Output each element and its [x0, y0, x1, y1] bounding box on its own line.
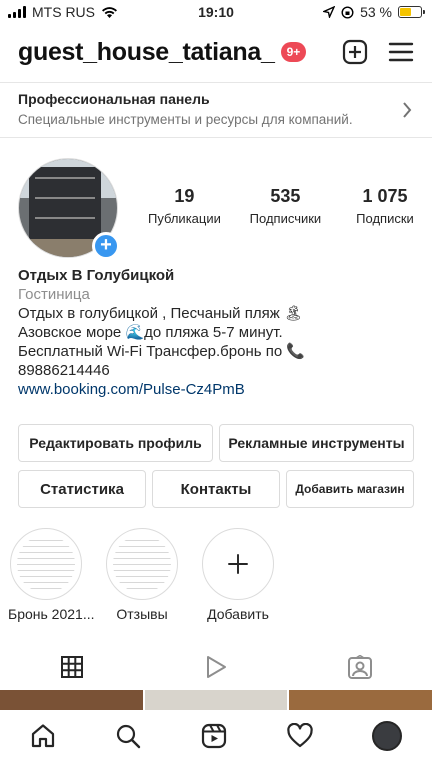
highlight-item[interactable]: Бронь 2021...: [8, 528, 95, 622]
stat-value: 535: [270, 186, 301, 206]
post-thumbnail[interactable]: [144, 690, 288, 710]
orientation-lock-icon: [341, 5, 354, 19]
story-highlights: Бронь 2021... Отзывы Добавить: [8, 528, 424, 622]
highlight-label: Добавить: [207, 606, 269, 622]
grid-icon: [61, 656, 83, 678]
notification-badge[interactable]: 9+: [280, 42, 307, 62]
highlight-label: Бронь 2021...: [8, 606, 95, 622]
profile-avatar-container[interactable]: +: [18, 158, 120, 260]
bio-line: Отдых в голубицкой , Песчаный пляж 🏝: [18, 305, 303, 322]
add-shop-button[interactable]: Добавить магазин: [286, 470, 414, 508]
location-arrow-icon: [323, 6, 336, 18]
post-grid: [0, 690, 432, 710]
add-highlight-button[interactable]: [202, 528, 274, 600]
display-name: Отдых В Голубицкой: [18, 267, 175, 284]
battery-percent: 53 %: [360, 4, 392, 20]
stat-following[interactable]: 1 075 Подписки: [350, 186, 420, 226]
play-icon: [207, 656, 226, 678]
menu-icon[interactable]: [388, 41, 414, 63]
username[interactable]: guest_house_tatiana_: [18, 38, 275, 67]
profile-actions-row-2: Статистика Контакты Добавить магазин: [18, 470, 414, 508]
bio-line: Азовское море 🌊до пляжа 5-7 минут.: [18, 324, 283, 341]
status-right: 53 %: [323, 4, 425, 20]
post-thumbnail[interactable]: [289, 690, 432, 710]
highlight-cover[interactable]: [10, 528, 82, 600]
highlight-item[interactable]: Отзывы: [104, 528, 180, 622]
stat-followers[interactable]: 535 Подписчики: [250, 186, 322, 226]
highlight-cover[interactable]: [106, 528, 178, 600]
stat-label: Публикации: [148, 211, 221, 226]
stat-label: Подписки: [356, 211, 414, 226]
profile-stats: 19 Публикации 535 Подписчики 1 075 Подпи…: [148, 186, 420, 226]
profile-actions-row-1: Редактировать профиль Рекламные инструме…: [18, 424, 414, 462]
pro-panel-title: Профессиональная панель: [18, 91, 210, 107]
tagged-person-icon: [348, 655, 372, 679]
add-highlight[interactable]: Добавить: [200, 528, 276, 622]
stat-value: 19: [174, 186, 195, 206]
status-bar: MTS RUS 19:10 53 %: [0, 0, 432, 26]
profile-tab-avatar[interactable]: [372, 721, 403, 751]
pro-panel-subtitle: Специальные инструменты и ресурсы для ко…: [18, 112, 353, 127]
bio-line: Бесплатный Wi-Fi Трансфер.бронь по 📞: [18, 343, 306, 360]
category: Гостиница: [18, 286, 90, 303]
profile-tabs: [0, 644, 432, 690]
statistics-button[interactable]: Статистика: [18, 470, 146, 508]
heart-icon[interactable]: [286, 723, 313, 749]
create-post-icon[interactable]: [342, 39, 368, 65]
bottom-navigation: [0, 710, 432, 768]
home-icon[interactable]: [30, 723, 56, 749]
tab-reels[interactable]: [144, 644, 288, 690]
chevron-right-icon: [403, 102, 412, 118]
battery-icon: [398, 6, 425, 18]
contacts-button[interactable]: Контакты: [152, 470, 280, 508]
edit-profile-button[interactable]: Редактировать профиль: [18, 424, 213, 462]
plus-icon: [228, 554, 248, 574]
website-link[interactable]: www.booking.com/Pulse-Cz4PmB: [18, 380, 414, 399]
reels-icon[interactable]: [201, 723, 227, 749]
bio-phone[interactable]: 89886214446: [18, 361, 414, 380]
profile-header: guest_house_tatiana_ 9+: [18, 30, 414, 74]
ad-tools-button[interactable]: Рекламные инструменты: [219, 424, 414, 462]
search-icon[interactable]: [115, 723, 141, 749]
tab-tagged[interactable]: [288, 644, 432, 690]
stat-posts[interactable]: 19 Публикации: [148, 186, 221, 226]
highlight-label: Отзывы: [116, 606, 168, 622]
post-thumbnail[interactable]: [0, 690, 143, 710]
add-story-icon[interactable]: +: [92, 232, 120, 260]
tab-grid[interactable]: [0, 644, 144, 690]
profile-bio: Отдых В Голубицкой Гостиница Отдых в гол…: [18, 266, 414, 399]
professional-dashboard[interactable]: Профессиональная панель Специальные инст…: [0, 82, 432, 138]
stat-label: Подписчики: [249, 211, 322, 226]
stat-value: 1 075: [362, 186, 408, 206]
